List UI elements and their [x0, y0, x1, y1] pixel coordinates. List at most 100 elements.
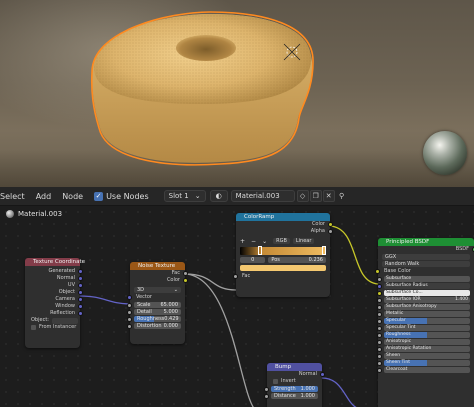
socket-base-color[interactable] [375, 269, 380, 274]
bump-node[interactable]: Bump Normal Invert Strength 1.000 Distanc… [264, 363, 325, 407]
color-mode-dropdown[interactable]: RGB [273, 238, 290, 244]
invert-row[interactable]: Invert [267, 378, 322, 385]
fake-user-shield-icon[interactable]: ◇ [296, 190, 309, 202]
texture-coordinate-node[interactable]: Texture Coordinate Generated Normal UV O… [25, 258, 85, 348]
duplicate-material-icon[interactable]: ❐ [309, 190, 322, 202]
close-icon[interactable]: ✕ [322, 190, 335, 202]
bsdf-input-row[interactable]: Subsurface Anisotropy [377, 304, 470, 310]
bsdf-input-row[interactable]: Roughness [377, 332, 470, 338]
input-socket[interactable] [377, 283, 382, 289]
bsdf-input-row[interactable]: Sheen [377, 353, 470, 359]
bsdf-input-row[interactable]: Anisotropic [377, 339, 470, 345]
socket-normal[interactable] [320, 372, 325, 377]
distortion-field[interactable]: Distortion 0.000 [127, 323, 181, 329]
bsdf-input-row[interactable]: Clearcoat [377, 367, 470, 373]
bsdf-input-row[interactable]: Specular Tint [377, 325, 470, 331]
slot-dropdown[interactable]: Slot 1 ⌄ [163, 190, 206, 202]
remove-stop-button[interactable]: − [251, 238, 256, 245]
socket-color[interactable] [328, 222, 333, 227]
donut-object[interactable] [0, 0, 474, 187]
hdri-preview-sphere [423, 131, 467, 175]
socket-object[interactable] [78, 290, 83, 295]
socket-alpha[interactable] [328, 229, 333, 234]
socket-vector[interactable] [127, 295, 132, 300]
bsdf-input-row[interactable]: Subsurface [377, 276, 470, 282]
input-socket[interactable] [377, 297, 382, 303]
output-generated: Generated [25, 268, 83, 275]
menu-select[interactable]: Select [0, 187, 25, 206]
bsdf-input-row[interactable]: Subsurface Radius [377, 283, 470, 289]
menu-add[interactable]: Add [36, 187, 52, 206]
subsurface-method-dropdown[interactable]: Random Walk [382, 261, 470, 267]
stop-position-field[interactable]: Pos 0.236 [268, 257, 326, 263]
input-socket[interactable] [377, 360, 382, 366]
socket-fac[interactable] [183, 271, 188, 276]
ramp-menu-button[interactable]: ⌄ [262, 238, 267, 245]
socket-window[interactable] [78, 304, 83, 309]
output-color: Color [130, 277, 188, 284]
material-name-field[interactable]: Material.003 [230, 190, 295, 202]
socket-scale[interactable] [127, 302, 132, 308]
material-browse-button[interactable]: ◐ [209, 190, 228, 202]
socket-normal[interactable] [78, 276, 83, 281]
checkbox-empty-icon[interactable] [273, 379, 278, 384]
strength-field[interactable]: Strength 1.000 [264, 386, 318, 392]
bsdf-input-row[interactable]: Specular [377, 318, 470, 324]
socket-reflection[interactable] [78, 311, 83, 316]
node-canvas[interactable]: Material.003 Texture Coordinate Generate… [0, 206, 474, 407]
bsdf-input-row[interactable]: Sheen Tint [377, 360, 470, 366]
socket-detail[interactable] [127, 309, 132, 315]
input-socket[interactable] [377, 290, 382, 296]
dimension-dropdown[interactable]: 3D ⌄ [134, 287, 181, 293]
bsdf-input-row[interactable]: Subsurface Co... [377, 290, 470, 296]
distance-field[interactable]: Distance 1.000 [264, 393, 318, 399]
roughness-field[interactable]: Roughness 0.429 [127, 316, 181, 322]
checkmark-icon[interactable]: ✓ [94, 191, 104, 201]
bsdf-input-row[interactable]: Anisotropic Rotation [377, 346, 470, 352]
distribution-dropdown[interactable]: GGX [382, 254, 470, 260]
menu-node[interactable]: Node [62, 187, 83, 206]
socket-uv[interactable] [78, 283, 83, 288]
socket-camera[interactable] [78, 297, 83, 302]
color-ramp-gradient[interactable] [240, 246, 326, 255]
object-picker-field[interactable] [51, 317, 78, 324]
input-socket[interactable] [377, 367, 382, 373]
stop-color-swatch[interactable] [240, 265, 326, 271]
bsdf-input-row[interactable]: Metallic [377, 311, 470, 317]
socket-generated[interactable] [78, 269, 83, 274]
detail-field[interactable]: Detail 5.000 [127, 309, 181, 315]
stop-index-field[interactable]: 0 [240, 257, 266, 263]
checkbox-empty-icon[interactable] [31, 325, 36, 330]
ramp-stop-handle[interactable] [322, 246, 326, 255]
input-socket[interactable] [377, 346, 382, 352]
ramp-stop-handle[interactable] [258, 246, 263, 255]
input-socket[interactable] [377, 339, 382, 345]
input-socket[interactable] [377, 311, 382, 317]
input-socket[interactable] [377, 276, 382, 282]
scale-field[interactable]: Scale 65.000 [127, 302, 181, 308]
object-picker-row: Object: [25, 317, 80, 324]
socket-color[interactable] [183, 278, 188, 283]
socket-distortion[interactable] [127, 323, 132, 329]
input-socket[interactable] [377, 304, 382, 310]
socket-strength[interactable] [264, 386, 269, 392]
output-object: Object [25, 289, 83, 296]
pin-icon[interactable]: ⚲ [336, 190, 348, 202]
socket-distance[interactable] [264, 393, 269, 399]
bsdf-input-row[interactable]: Subsurface IOR 1.400 [377, 297, 470, 303]
from-instancer-row[interactable]: From Instancer [25, 324, 80, 331]
noise-texture-node[interactable]: Noise Texture Fac Color 3D ⌄ Vector Scale… [127, 262, 188, 344]
3d-viewport[interactable] [0, 0, 474, 187]
use-nodes-toggle[interactable]: ✓ Use Nodes [94, 191, 149, 201]
input-socket[interactable] [377, 332, 382, 338]
socket-fac[interactable] [233, 274, 238, 279]
principled-bsdf-node[interactable]: Principled BSDF BSDF GGX Random Walk Bas… [375, 238, 474, 407]
output-bsdf: BSDF [378, 246, 474, 253]
socket-roughness[interactable] [127, 316, 132, 322]
colorramp-node[interactable]: ColorRamp Color Alpha + − ⌄ RGB Linear 0… [233, 213, 333, 297]
input-socket[interactable] [377, 353, 382, 359]
input-socket[interactable] [377, 325, 382, 331]
input-socket[interactable] [377, 318, 382, 324]
add-stop-button[interactable]: + [240, 238, 245, 245]
interpolation-dropdown[interactable]: Linear [292, 238, 315, 244]
